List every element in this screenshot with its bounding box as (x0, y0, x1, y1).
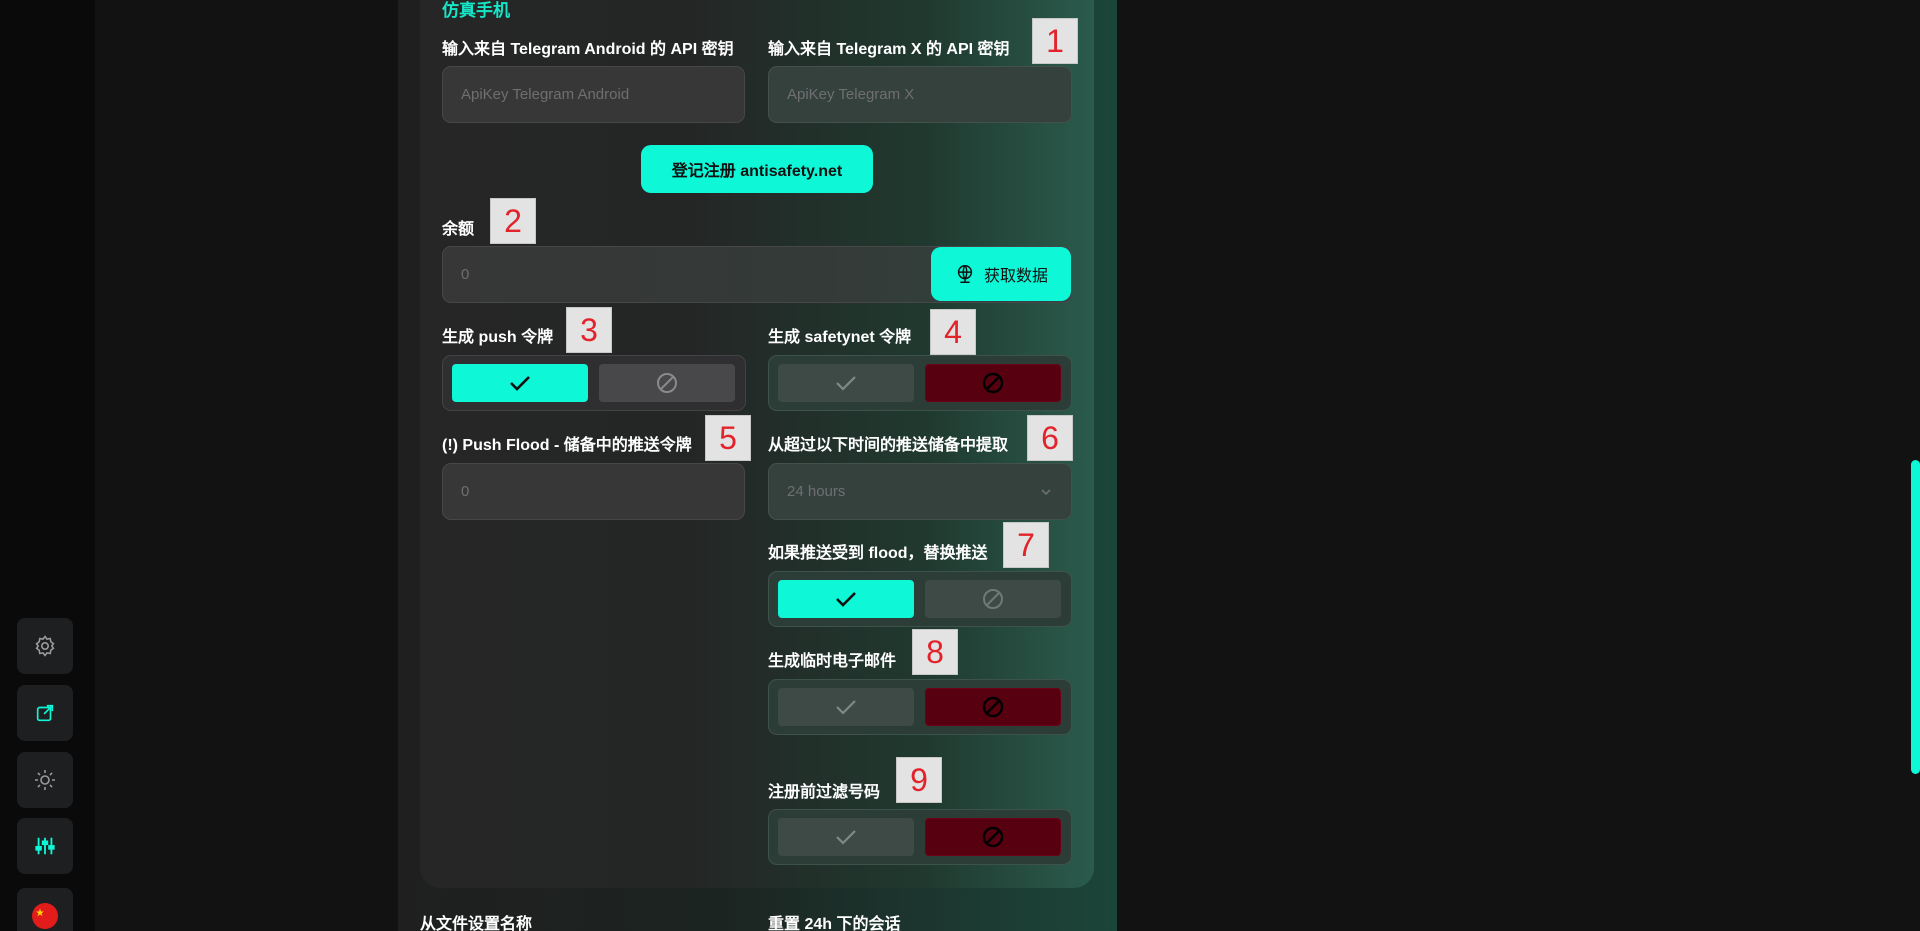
replace-push-disable-button[interactable] (925, 580, 1061, 618)
sliders-icon (35, 837, 55, 855)
android-api-key-input[interactable]: ApiKey Telegram Android (442, 66, 745, 123)
section-title: 仿真手机 (442, 1, 510, 20)
ban-icon (983, 589, 1003, 609)
safetynet-token-toggle (768, 355, 1072, 411)
annotation-marker-3: 3 (566, 307, 612, 353)
push-token-label: 生成 push 令牌 (442, 329, 554, 346)
sliders-nav-button[interactable] (17, 818, 73, 874)
replace-push-enable-button[interactable] (778, 580, 914, 618)
push-flood-input[interactable]: 0 (442, 463, 745, 520)
annotation-marker-7: 7 (1003, 522, 1049, 568)
push-token-disable-button[interactable] (599, 364, 735, 402)
globe-icon (957, 265, 973, 283)
fetch-data-label: 获取数据 (983, 268, 1048, 285)
annotation-marker-9: 9 (896, 757, 942, 803)
theme-nav-button[interactable] (17, 752, 73, 808)
ban-icon (982, 372, 1004, 394)
china-flag-icon (32, 903, 58, 929)
reset-sessions-label: 重置 24h 下的会话 (768, 916, 901, 931)
check-icon (836, 376, 856, 391)
filter-numbers-disable-button[interactable] (925, 818, 1061, 856)
fetch-data-button[interactable]: 获取数据 (931, 247, 1071, 301)
android-api-key-label: 输入来自 Telegram Android 的 API 密钥 (442, 41, 734, 58)
sun-icon (35, 770, 55, 790)
right-gutter (1117, 0, 1920, 931)
safetynet-token-label: 生成 safetynet 令牌 (768, 329, 912, 346)
ban-icon (982, 826, 1004, 848)
temp-email-toggle (768, 679, 1072, 735)
annotation-marker-8: 8 (912, 629, 958, 675)
safetynet-enable-button[interactable] (778, 364, 914, 402)
filter-numbers-toggle (768, 809, 1072, 865)
language-nav-button[interactable] (17, 888, 73, 931)
gear-icon (35, 635, 55, 657)
check-icon (836, 592, 856, 607)
replace-push-label: 如果推送受到 flood，替换推送 (768, 545, 988, 562)
register-antisafety-button[interactable]: 登记注册 antisafety.net (641, 145, 873, 193)
extract-from-selected: 24 hours (787, 483, 846, 500)
balance-label: 余额 (442, 221, 475, 238)
extract-from-label: 从超过以下时间的推送储备中提取 (768, 437, 1009, 454)
annotation-marker-1: 1 (1032, 18, 1078, 64)
temp-email-enable-button[interactable] (778, 688, 914, 726)
check-icon (836, 700, 856, 715)
filter-numbers-enable-button[interactable] (778, 818, 914, 856)
annotation-marker-2: 2 (490, 198, 536, 244)
push-token-enable-button[interactable] (452, 364, 588, 402)
x-api-key-label: 输入来自 Telegram X 的 API 密钥 (768, 41, 1010, 58)
temp-email-disable-button[interactable] (925, 688, 1061, 726)
check-icon (510, 376, 530, 391)
safetynet-disable-button[interactable] (925, 364, 1061, 402)
filter-numbers-label: 注册前过滤号码 (768, 784, 881, 801)
push-token-toggle (442, 355, 746, 411)
ban-icon (982, 696, 1004, 718)
annotation-marker-4: 4 (930, 309, 976, 355)
external-link-nav-button[interactable] (17, 685, 73, 741)
page-scrollbar[interactable] (1911, 460, 1920, 774)
replace-push-toggle (768, 571, 1072, 627)
external-link-icon (36, 704, 54, 722)
check-icon (836, 830, 856, 845)
annotation-marker-5: 5 (705, 415, 751, 461)
annotation-marker-6: 6 (1027, 415, 1073, 461)
push-flood-label: (!) Push Flood - 储备中的推送令牌 (442, 437, 692, 454)
temp-email-label: 生成临时电子邮件 (768, 653, 897, 670)
settings-nav-button[interactable] (17, 618, 73, 674)
left-gutter (95, 0, 398, 931)
names-from-file-label: 从文件设置名称 (420, 916, 533, 931)
ban-icon (657, 373, 677, 393)
x-api-key-input[interactable]: ApiKey Telegram X (768, 66, 1072, 123)
chevron-down-icon (1041, 488, 1051, 495)
extract-from-select[interactable]: 24 hours (768, 463, 1072, 520)
